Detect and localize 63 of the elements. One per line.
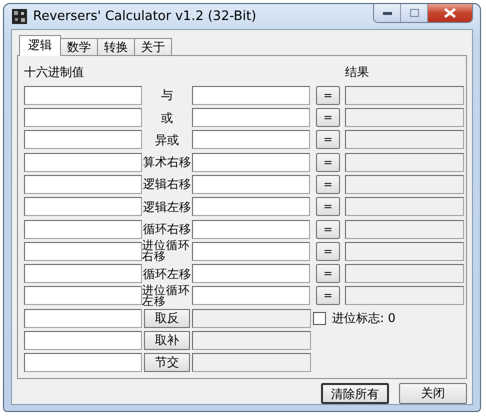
window-title: Reversers' Calculator v1.2 (32-Bit) bbox=[33, 8, 256, 24]
input-field[interactable] bbox=[192, 220, 310, 239]
input-field[interactable] bbox=[24, 264, 142, 284]
input-field[interactable] bbox=[24, 108, 142, 128]
operation-label: 异或 bbox=[154, 134, 180, 146]
input-field[interactable] bbox=[192, 264, 310, 284]
operation-label: 循环左移 bbox=[142, 268, 192, 280]
app-icon bbox=[12, 8, 27, 24]
operation-label: 逻辑右移 bbox=[142, 178, 192, 190]
tab[interactable]: 逻辑 bbox=[19, 34, 61, 56]
operation-button[interactable]: 取反 bbox=[144, 308, 190, 328]
equals-button[interactable]: = bbox=[316, 286, 340, 306]
input-field[interactable] bbox=[24, 308, 142, 328]
input-field[interactable] bbox=[24, 197, 142, 216]
tab[interactable]: 关于 bbox=[134, 38, 172, 56]
equals-button[interactable]: = bbox=[316, 264, 340, 284]
operation-label: 与 bbox=[160, 89, 174, 102]
input-field[interactable] bbox=[192, 86, 310, 105]
minimize-icon bbox=[382, 12, 392, 14]
input-field[interactable] bbox=[192, 197, 310, 216]
input-field[interactable] bbox=[24, 130, 142, 150]
equals-button[interactable]: = bbox=[316, 174, 340, 194]
input-field[interactable] bbox=[24, 220, 142, 239]
equals-button[interactable]: = bbox=[316, 197, 340, 216]
input-field[interactable] bbox=[192, 130, 310, 150]
input-field[interactable] bbox=[24, 86, 142, 105]
checkbox[interactable] bbox=[313, 312, 326, 325]
operation-label: 算术右移 bbox=[142, 156, 192, 168]
operation-label: 进位循环右移 bbox=[142, 240, 191, 262]
operation-button[interactable]: 节交 bbox=[144, 353, 190, 372]
tab[interactable]: 数学 bbox=[60, 38, 98, 56]
close-dialog-button[interactable]: 关闭 bbox=[399, 383, 467, 404]
tab[interactable]: 转换 bbox=[97, 38, 135, 56]
operation-label: 循环右移 bbox=[142, 223, 192, 236]
clear-all-button[interactable]: 清除所有 bbox=[321, 383, 389, 404]
equals-button[interactable]: = bbox=[316, 130, 340, 150]
maximize-icon bbox=[410, 9, 418, 17]
equals-button[interactable]: = bbox=[316, 242, 340, 261]
equals-button[interactable]: = bbox=[316, 86, 340, 105]
close-button[interactable] bbox=[428, 4, 472, 22]
input-field[interactable] bbox=[192, 286, 310, 306]
minimize-button[interactable] bbox=[374, 4, 401, 22]
input-field[interactable] bbox=[192, 152, 310, 172]
input-field[interactable] bbox=[192, 108, 310, 128]
column-header: 结果 bbox=[345, 64, 370, 82]
equals-button[interactable]: = bbox=[316, 108, 340, 128]
input-field[interactable] bbox=[24, 174, 142, 194]
operation-label: 进位循环左移 bbox=[142, 285, 191, 307]
equals-button[interactable]: = bbox=[316, 220, 340, 239]
operation-label: 逻辑左移 bbox=[142, 200, 192, 213]
checkbox-label: 进位标志: 0 bbox=[332, 310, 396, 327]
input-field[interactable] bbox=[24, 152, 142, 172]
column-header: 十六进制值 bbox=[24, 64, 85, 82]
input-field[interactable] bbox=[24, 331, 142, 350]
input-field[interactable] bbox=[24, 242, 142, 261]
equals-button[interactable]: = bbox=[316, 152, 340, 172]
operation-button[interactable]: 取补 bbox=[144, 331, 190, 350]
input-field[interactable] bbox=[24, 286, 142, 306]
operation-label: 或 bbox=[160, 112, 174, 124]
input-field[interactable] bbox=[192, 174, 310, 194]
close-icon bbox=[444, 8, 456, 18]
input-field[interactable] bbox=[24, 353, 142, 372]
input-field[interactable] bbox=[192, 242, 310, 261]
